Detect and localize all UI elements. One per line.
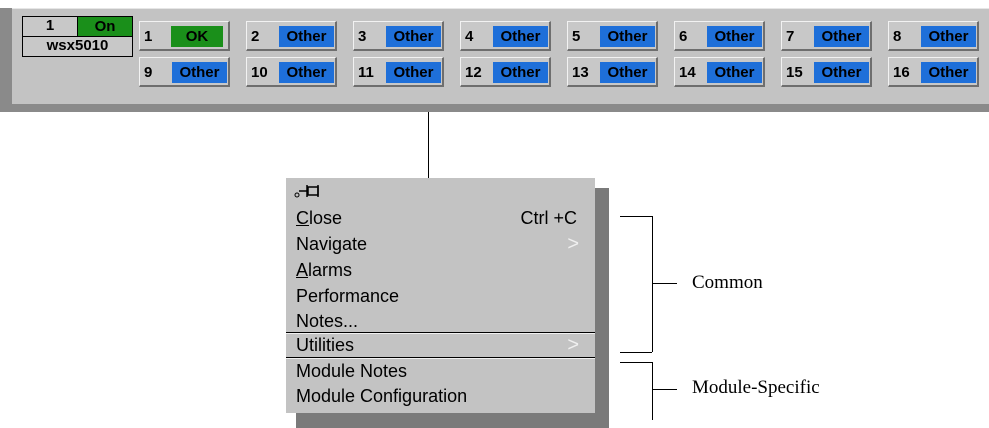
menu-item-close[interactable]: Close Ctrl +C — [296, 206, 589, 230]
menu-item-notes[interactable]: Notes... — [296, 309, 589, 333]
port-number: 9 — [144, 64, 153, 81]
port-status: Other — [707, 62, 762, 83]
common-bracket-vertical — [652, 216, 653, 352]
menu-item-module-configuration[interactable]: Module Configuration — [296, 384, 589, 408]
menu-item-navigate[interactable]: Navigate > — [296, 232, 589, 256]
port-number: 14 — [679, 64, 696, 81]
port-number: 8 — [893, 28, 902, 45]
port-status: Other — [386, 26, 441, 47]
port-12[interactable]: 12 Other — [460, 57, 551, 87]
close-label: lose — [309, 208, 343, 228]
port-number: 16 — [893, 64, 910, 81]
port-status: Other — [279, 62, 334, 83]
port-status: Other — [600, 62, 655, 83]
port-7[interactable]: 7 Other — [781, 21, 872, 51]
port-number: 10 — [251, 64, 268, 81]
port-status: Other — [600, 26, 655, 47]
port-number: 3 — [358, 28, 367, 45]
port-6[interactable]: 6 Other — [674, 21, 765, 51]
module-specific-bracket-vertical — [652, 362, 653, 420]
port-status: Other — [707, 26, 762, 47]
port-number: 11 — [358, 64, 374, 81]
port-3[interactable]: 3 Other — [353, 21, 444, 51]
module-configuration-label: Module Configuration — [296, 386, 468, 406]
module-notes-label: Module Notes — [296, 361, 408, 381]
port-16[interactable]: 16 Other — [888, 57, 979, 87]
port-number: 5 — [572, 28, 581, 45]
submenu-arrow-icon: > — [567, 233, 579, 255]
common-bracket-bottom — [620, 352, 652, 353]
menu-item-utilities[interactable]: Utilities > — [296, 333, 589, 357]
menu-item-performance[interactable]: Performance — [296, 284, 589, 308]
port-number: 15 — [786, 64, 803, 81]
alarms-mnemonic: A — [296, 260, 309, 280]
performance-label: Performance — [296, 286, 400, 306]
port-2[interactable]: 2 Other — [246, 21, 337, 51]
common-label: Common — [692, 272, 763, 293]
module-specific-bracket-top — [620, 362, 652, 363]
pushpin-icon[interactable] — [294, 184, 324, 198]
module-specific-label: Module-Specific — [692, 377, 820, 398]
module-specific-bracket-tick — [652, 389, 677, 390]
menu-item-alarms[interactable]: Alarms — [296, 258, 589, 282]
port-number: 6 — [679, 28, 688, 45]
module-name: wsx5010 — [22, 37, 133, 57]
port-status: Other — [386, 62, 441, 83]
port-5[interactable]: 5 Other — [567, 21, 658, 51]
port-status: Other — [814, 62, 869, 83]
common-bracket-top — [620, 216, 652, 217]
port-4[interactable]: 4 Other — [460, 21, 551, 51]
port-9[interactable]: 9 Other — [139, 57, 230, 87]
submenu-arrow-icon: > — [567, 334, 579, 356]
port-15[interactable]: 15 Other — [781, 57, 872, 87]
port-number: 13 — [572, 64, 589, 81]
port-11[interactable]: 11 Other — [353, 57, 444, 87]
common-bracket-tick — [652, 283, 677, 284]
panel-shadow-bottom — [0, 104, 989, 112]
panel-shadow-left — [0, 8, 12, 110]
port-10[interactable]: 10 Other — [246, 57, 337, 87]
port-1[interactable]: 1 OK — [139, 21, 230, 51]
port-number: 2 — [251, 28, 260, 45]
context-menu: Close Ctrl +C Navigate > Alarms Performa… — [286, 178, 595, 413]
module-status: On — [78, 16, 133, 37]
port-status: Other — [921, 62, 976, 83]
module-number: 1 — [22, 16, 78, 37]
close-shortcut: Ctrl +C — [520, 208, 577, 228]
utilities-label: Utilities — [296, 335, 355, 355]
port-status: Other — [172, 62, 227, 83]
navigate-label: Navigate — [296, 234, 368, 254]
port-14[interactable]: 14 Other — [674, 57, 765, 87]
port-status: Other — [921, 26, 976, 47]
port-status: Other — [493, 62, 548, 83]
alarms-label: larms — [308, 260, 353, 280]
module-identity[interactable]: 1 On wsx5010 — [22, 16, 133, 57]
connector-line — [428, 112, 429, 179]
port-8[interactable]: 8 Other — [888, 21, 979, 51]
port-number: 4 — [465, 28, 474, 45]
port-status: Other — [814, 26, 869, 47]
port-number: 12 — [465, 64, 482, 81]
port-status: OK — [171, 26, 223, 47]
port-number: 1 — [144, 28, 153, 45]
port-13[interactable]: 13 Other — [567, 57, 658, 87]
menu-item-module-notes[interactable]: Module Notes — [296, 359, 589, 383]
port-status: Other — [279, 26, 334, 47]
port-status: Other — [493, 26, 548, 47]
notes-label: Notes... — [296, 311, 359, 331]
port-number: 7 — [786, 28, 795, 45]
close-mnemonic: C — [296, 208, 309, 228]
